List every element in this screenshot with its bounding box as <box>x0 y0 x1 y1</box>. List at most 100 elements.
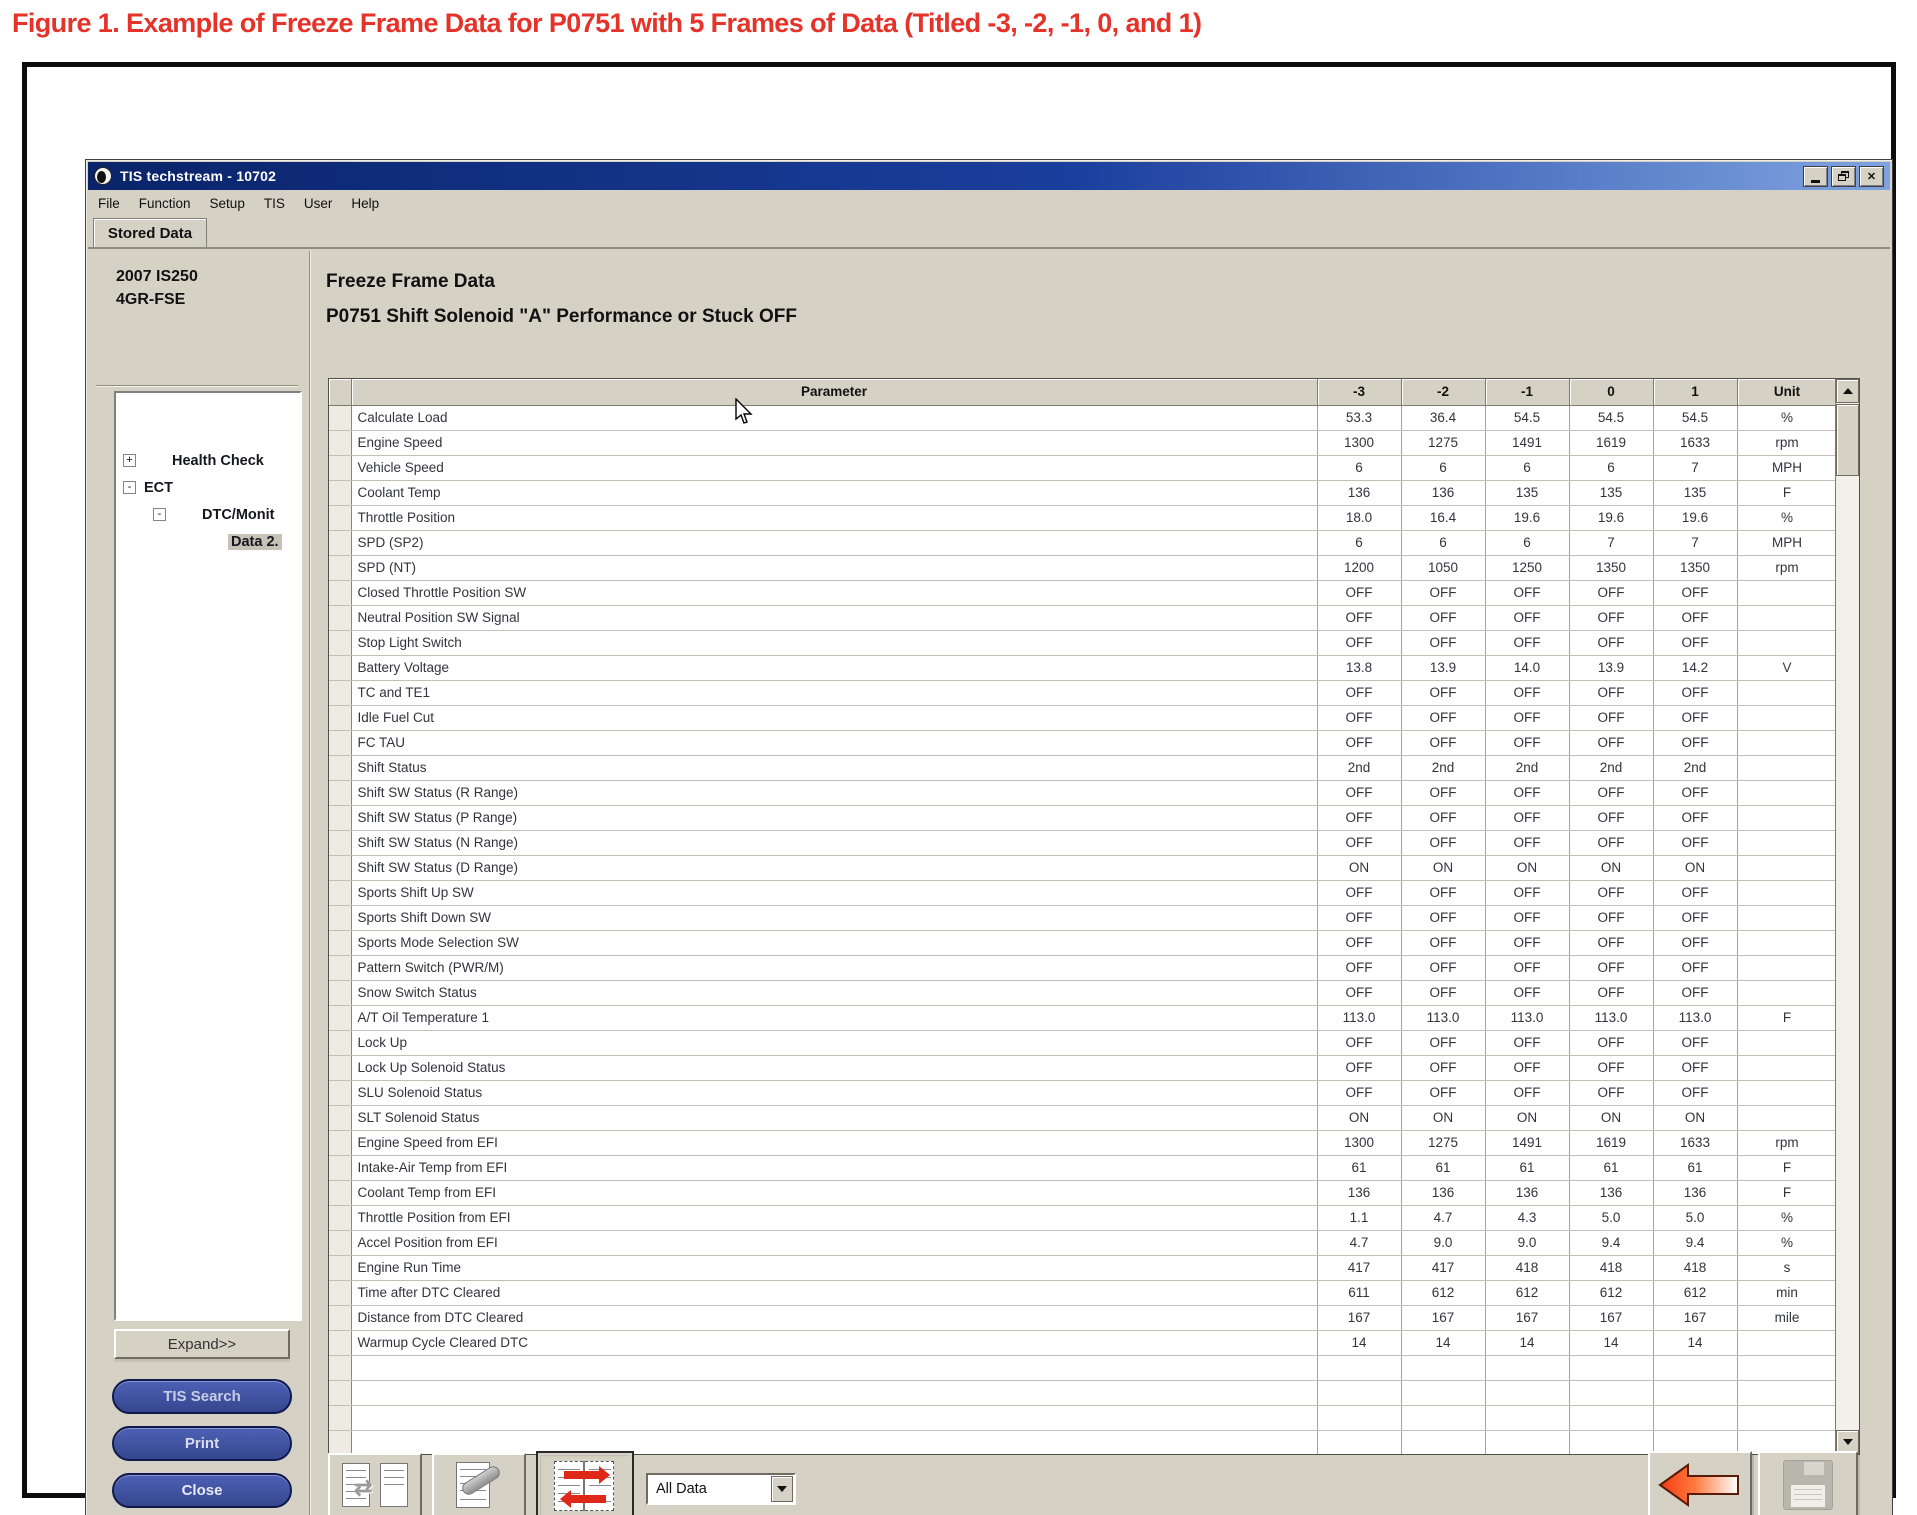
table-row[interactable]: Engine Speed13001275149116191633rpm <box>329 430 1835 455</box>
table-row[interactable]: Idle Fuel CutOFFOFFOFFOFFOFF <box>329 705 1835 730</box>
table-row[interactable]: Snow Switch StatusOFFOFFOFFOFFOFF <box>329 980 1835 1005</box>
expand-button[interactable]: Expand>> <box>114 1329 290 1359</box>
value-cell: 167 <box>1569 1305 1653 1330</box>
tis-search-button[interactable]: TIS Search <box>112 1379 292 1414</box>
table-row[interactable]: Engine Speed from EFI1300127514911619163… <box>329 1130 1835 1155</box>
row-selector-cell <box>329 705 351 730</box>
col-header-parameter[interactable]: Parameter <box>351 379 1317 405</box>
restore-button[interactable] <box>1831 166 1856 187</box>
table-row[interactable]: Pattern Switch (PWR/M)OFFOFFOFFOFFOFF <box>329 955 1835 980</box>
table-row[interactable]: Sports Shift Up SWOFFOFFOFFOFFOFF <box>329 880 1835 905</box>
save-button[interactable] <box>1758 1451 1858 1515</box>
row-selector-cell <box>329 880 351 905</box>
table-row[interactable]: Shift SW Status (N Range)OFFOFFOFFOFFOFF <box>329 830 1835 855</box>
tree-item-health-check[interactable]: + Health Check <box>116 449 300 476</box>
table-row[interactable]: Stop Light SwitchOFFOFFOFFOFFOFF <box>329 630 1835 655</box>
table-row[interactable]: Closed Throttle Position SWOFFOFFOFFOFFO… <box>329 580 1835 605</box>
col-header-frame-minus2[interactable]: -2 <box>1401 379 1485 405</box>
table-row[interactable]: Throttle Position from EFI1.14.74.35.05.… <box>329 1205 1835 1230</box>
table-row[interactable]: Shift SW Status (R Range)OFFOFFOFFOFFOFF <box>329 780 1835 805</box>
grid-scrollbar[interactable] <box>1835 379 1859 1454</box>
table-row[interactable]: Warmup Cycle Cleared DTC1414141414 <box>329 1330 1835 1355</box>
value-cell: 1275 <box>1401 1130 1485 1155</box>
col-header-unit[interactable]: Unit <box>1737 379 1835 405</box>
table-row[interactable]: A/T Oil Temperature 1113.0113.0113.0113.… <box>329 1005 1835 1030</box>
swap-view-button[interactable] <box>536 1451 634 1515</box>
table-row[interactable]: Lock Up Solenoid StatusOFFOFFOFFOFFOFF <box>329 1055 1835 1080</box>
data-filter-select[interactable]: All Data <box>646 1473 796 1505</box>
tree-item-label[interactable]: DTC/Monit <box>202 507 274 523</box>
row-selector-cell <box>329 405 351 430</box>
table-row[interactable]: Sports Shift Down SWOFFOFFOFFOFFOFF <box>329 905 1835 930</box>
annotate-data-button[interactable] <box>432 1453 526 1515</box>
menu-tis[interactable]: TIS <box>264 196 285 211</box>
empty-row[interactable] <box>329 1405 1835 1430</box>
minimize-button[interactable] <box>1803 166 1828 187</box>
menu-file[interactable]: File <box>98 196 120 211</box>
col-header-frame-minus3[interactable]: -3 <box>1317 379 1401 405</box>
table-row[interactable]: Shift Status2nd2nd2nd2nd2nd <box>329 755 1835 780</box>
close-button[interactable]: Close <box>112 1473 292 1508</box>
table-row[interactable]: SLT Solenoid StatusONONONONON <box>329 1105 1835 1130</box>
expand-plus-icon[interactable]: + <box>123 454 136 467</box>
menu-function[interactable]: Function <box>139 196 191 211</box>
compare-data-button[interactable]: ⇄ <box>328 1453 422 1515</box>
menu-user[interactable]: User <box>304 196 333 211</box>
tree-item-label[interactable]: ECT <box>144 480 173 496</box>
empty-row[interactable] <box>329 1380 1835 1405</box>
value-cell: 418 <box>1569 1255 1653 1280</box>
table-row[interactable]: Throttle Position18.016.419.619.619.6% <box>329 505 1835 530</box>
table-row[interactable]: Time after DTC Cleared611612612612612min <box>329 1280 1835 1305</box>
table-row[interactable]: SLU Solenoid StatusOFFOFFOFFOFFOFF <box>329 1080 1835 1105</box>
scroll-thumb[interactable] <box>1836 404 1859 476</box>
table-row[interactable]: Vehicle Speed66667MPH <box>329 455 1835 480</box>
scroll-up-button[interactable] <box>1836 379 1859 403</box>
unit-cell: F <box>1737 480 1835 505</box>
menu-setup[interactable]: Setup <box>210 196 245 211</box>
table-row[interactable]: SPD (NT)12001050125013501350rpm <box>329 555 1835 580</box>
value-cell: 136 <box>1401 1180 1485 1205</box>
table-row[interactable]: Shift SW Status (D Range)ONONONONON <box>329 855 1835 880</box>
empty-row[interactable] <box>329 1355 1835 1380</box>
value-cell <box>1401 1430 1485 1454</box>
value-cell: OFF <box>1401 680 1485 705</box>
collapse-minus-icon[interactable]: - <box>153 508 166 521</box>
table-row[interactable]: Engine Run Time417417418418418s <box>329 1255 1835 1280</box>
value-cell: OFF <box>1653 680 1737 705</box>
table-row[interactable]: TC and TE1OFFOFFOFFOFFOFF <box>329 680 1835 705</box>
table-row[interactable]: Coolant Temp136136135135135F <box>329 480 1835 505</box>
tree-item-label[interactable]: Health Check <box>172 453 264 469</box>
table-row[interactable]: FC TAUOFFOFFOFFOFFOFF <box>329 730 1835 755</box>
menu-help[interactable]: Help <box>351 196 379 211</box>
table-row[interactable]: Intake-Air Temp from EFI6161616161F <box>329 1155 1835 1180</box>
table-row[interactable]: Coolant Temp from EFI136136136136136F <box>329 1180 1835 1205</box>
collapse-minus-icon[interactable]: - <box>123 481 136 494</box>
tab-stored-data[interactable]: Stored Data <box>93 218 207 247</box>
table-row[interactable]: SPD (SP2)66677MPH <box>329 530 1835 555</box>
table-row[interactable]: Sports Mode Selection SWOFFOFFOFFOFFOFF <box>329 930 1835 955</box>
table-row[interactable]: Calculate Load53.336.454.554.554.5% <box>329 405 1835 430</box>
parameter-cell: Distance from DTC Cleared <box>351 1305 1317 1330</box>
table-row[interactable]: Neutral Position SW SignalOFFOFFOFFOFFOF… <box>329 605 1835 630</box>
tree-item-label-selected[interactable]: Data 2. <box>228 534 282 550</box>
tree-item-data2[interactable]: Data 2. <box>116 530 300 557</box>
table-row[interactable]: Distance from DTC Cleared167167167167167… <box>329 1305 1835 1330</box>
back-button[interactable] <box>1648 1451 1752 1515</box>
parameter-cell: Coolant Temp from EFI <box>351 1180 1317 1205</box>
col-header-frame-minus1[interactable]: -1 <box>1485 379 1569 405</box>
value-cell: 18.0 <box>1317 505 1401 530</box>
print-button[interactable]: Print <box>112 1426 292 1461</box>
tree-item-dtc-monitor[interactable]: - DTC/Monit <box>116 503 300 530</box>
tree-item-ect[interactable]: - ECT <box>116 476 300 503</box>
col-header-frame-1[interactable]: 1 <box>1653 379 1737 405</box>
unit-cell: MPH <box>1737 530 1835 555</box>
table-row[interactable]: Lock UpOFFOFFOFFOFFOFF <box>329 1030 1835 1055</box>
table-row[interactable]: Shift SW Status (P Range)OFFOFFOFFOFFOFF <box>329 805 1835 830</box>
table-row[interactable]: Accel Position from EFI4.79.09.09.49.4% <box>329 1230 1835 1255</box>
col-header-frame-0[interactable]: 0 <box>1569 379 1653 405</box>
close-window-button[interactable]: ✕ <box>1859 166 1884 187</box>
combo-dropdown-button[interactable] <box>771 1476 793 1502</box>
unit-cell <box>1737 605 1835 630</box>
value-cell: 1300 <box>1317 1130 1401 1155</box>
table-row[interactable]: Battery Voltage13.813.914.013.914.2V <box>329 655 1835 680</box>
